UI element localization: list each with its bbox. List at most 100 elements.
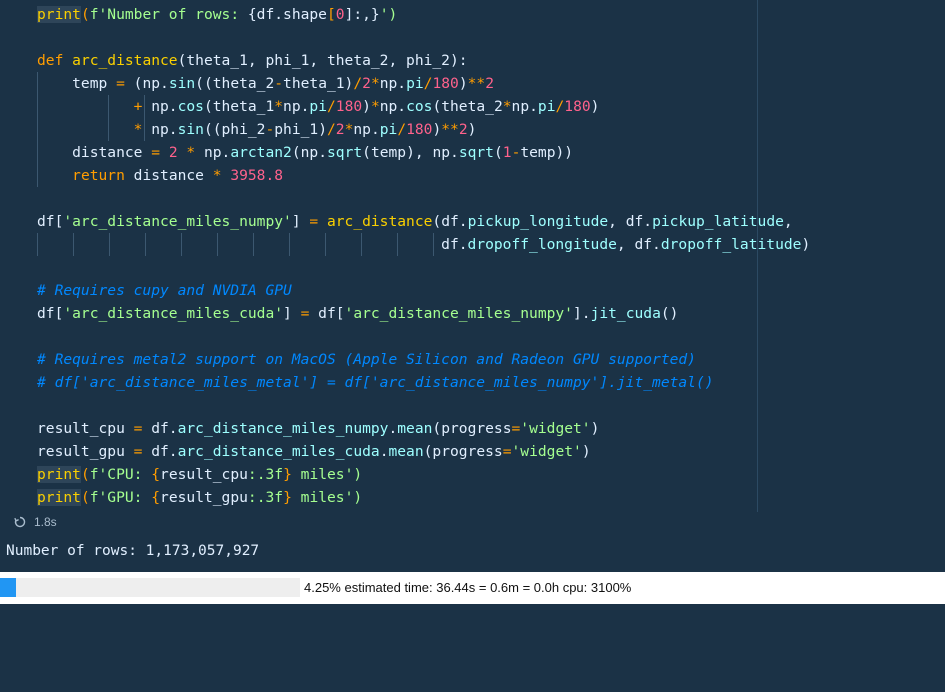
code-token: ** xyxy=(441,121,459,138)
code-token: * xyxy=(186,144,204,161)
code-token: phi_1) xyxy=(274,121,327,138)
indent-guide xyxy=(397,233,398,256)
code-token: result_gpu xyxy=(37,443,134,460)
code-line[interactable]: temp = (np.sin((theta_2-theta_1)/2*np.pi… xyxy=(37,72,810,95)
code-token: (temp), np. xyxy=(362,144,459,161)
code-line[interactable]: # df['arc_distance_miles_metal'] = df['a… xyxy=(37,371,810,394)
code-token: ( xyxy=(80,6,90,23)
code-token: (np. xyxy=(291,144,327,161)
code-token: arc_distance xyxy=(72,52,178,69)
code-token: np. xyxy=(379,75,407,92)
code-token: miles') xyxy=(291,489,363,506)
code-editor[interactable]: print(f'Number of rows: {df.shape[0]:,}'… xyxy=(37,3,810,509)
code-token: np. xyxy=(283,98,310,115)
execution-info: 1.8s xyxy=(14,514,57,530)
code-token: 180 xyxy=(335,98,363,115)
code-token: 180 xyxy=(432,75,459,92)
code-line[interactable]: print(f'CPU: {result_cpu:.3f} miles') xyxy=(37,463,810,486)
code-token: = xyxy=(133,443,152,460)
code-line[interactable]: df.dropoff_longitude, df.dropoff_latitud… xyxy=(37,233,810,256)
code-token: / xyxy=(326,98,336,115)
indent-guide xyxy=(145,233,146,256)
code-line[interactable]: # Requires cupy and NVDIA GPU xyxy=(37,279,810,302)
code-line[interactable] xyxy=(37,256,810,279)
code-token: sqrt xyxy=(327,144,363,161)
code-line[interactable] xyxy=(37,187,810,210)
code-line[interactable] xyxy=(37,325,810,348)
code-token: print xyxy=(37,466,81,483)
code-line[interactable]: print(f'Number of rows: {df.shape[0]:,}'… xyxy=(37,3,810,26)
code-token: dropoff_latitude xyxy=(660,236,802,253)
code-token: np. xyxy=(511,98,538,115)
code-token: pi xyxy=(537,98,556,115)
indent-guide xyxy=(37,72,38,187)
code-token: = xyxy=(502,443,512,460)
code-token: ') xyxy=(379,6,398,23)
code-token: ) xyxy=(362,98,371,115)
code-token: pi xyxy=(406,75,424,92)
code-line[interactable]: return distance * 3958.8 xyxy=(37,164,810,187)
indent-guide xyxy=(108,95,109,141)
code-line[interactable]: + np.cos(theta_1*np.pi/180)*np.cos(theta… xyxy=(37,95,810,118)
code-token: 3958.8 xyxy=(230,167,284,184)
code-token: ] xyxy=(283,305,301,322)
code-token: 'widget' xyxy=(520,420,591,437)
code-token: * xyxy=(274,98,284,115)
code-token: - xyxy=(265,121,275,138)
indent-guide xyxy=(325,233,326,256)
code-line[interactable]: df['arc_distance_miles_numpy'] = arc_dis… xyxy=(37,210,810,233)
code-token: pickup_longitude xyxy=(467,213,609,230)
indent-guide xyxy=(289,233,290,256)
code-token: theta_1) xyxy=(283,75,354,92)
code-token: ) xyxy=(581,443,591,460)
code-line[interactable] xyxy=(37,394,810,417)
execution-time: 1.8s xyxy=(34,515,57,529)
code-line[interactable]: # Requires metal2 support on MacOS (Appl… xyxy=(37,348,810,371)
code-token: np. xyxy=(151,121,178,138)
code-token: np. xyxy=(379,98,407,115)
code-token: arc_distance_miles_numpy xyxy=(177,420,389,437)
code-token: (theta_1, phi_1, theta_2, phi_2): xyxy=(177,52,468,69)
code-token: print xyxy=(37,6,81,23)
code-token: df. xyxy=(151,420,178,437)
code-line[interactable]: * np.sin((phi_2-phi_1)/2*np.pi/180)**2) xyxy=(37,118,810,141)
code-token: sqrt xyxy=(458,144,494,161)
code-token: df. xyxy=(151,443,178,460)
code-line[interactable]: result_cpu = df.arc_distance_miles_numpy… xyxy=(37,417,810,440)
code-token: 1 xyxy=(502,144,512,161)
code-token: 0 xyxy=(335,6,345,23)
code-token: ) xyxy=(590,420,600,437)
code-token: * xyxy=(212,167,231,184)
cell-output: Number of rows: 1,173,057,927 4.25% esti… xyxy=(0,533,945,692)
code-token: ( xyxy=(80,466,90,483)
progress-bar xyxy=(0,578,300,597)
code-token: (progress xyxy=(423,443,503,460)
code-token: () xyxy=(660,305,679,322)
code-token: . xyxy=(388,420,398,437)
code-token: result_gpu xyxy=(160,489,248,506)
code-token: sin xyxy=(168,75,196,92)
code-token: temp xyxy=(37,75,117,92)
code-line[interactable]: result_gpu = df.arc_distance_miles_cuda.… xyxy=(37,440,810,463)
code-line[interactable] xyxy=(37,26,810,49)
code-token: mean xyxy=(397,420,433,437)
code-token: ( xyxy=(80,489,90,506)
code-token: / xyxy=(555,98,565,115)
progress-bar-fill xyxy=(0,578,16,597)
code-cell[interactable]: print(f'Number of rows: {df.shape[0]:,}'… xyxy=(0,0,945,533)
code-token: arc_distance_miles_cuda xyxy=(177,443,380,460)
code-line[interactable]: def arc_distance(theta_1, phi_1, theta_2… xyxy=(37,49,810,72)
code-line[interactable]: print(f'GPU: {result_gpu:.3f} miles') xyxy=(37,486,810,509)
code-token: pi xyxy=(379,121,398,138)
code-token: , df. xyxy=(616,236,661,253)
code-token: ]. xyxy=(572,305,591,322)
code-token: def xyxy=(37,52,73,69)
code-token: cos xyxy=(406,98,433,115)
code-line[interactable]: df['arc_distance_miles_cuda'] = df['arc_… xyxy=(37,302,810,325)
code-line[interactable]: distance = 2 * np.arctan2(np.sqrt(temp),… xyxy=(37,141,810,164)
code-token: miles') xyxy=(291,466,363,483)
indent-guide xyxy=(73,233,74,256)
code-token: / xyxy=(353,75,363,92)
